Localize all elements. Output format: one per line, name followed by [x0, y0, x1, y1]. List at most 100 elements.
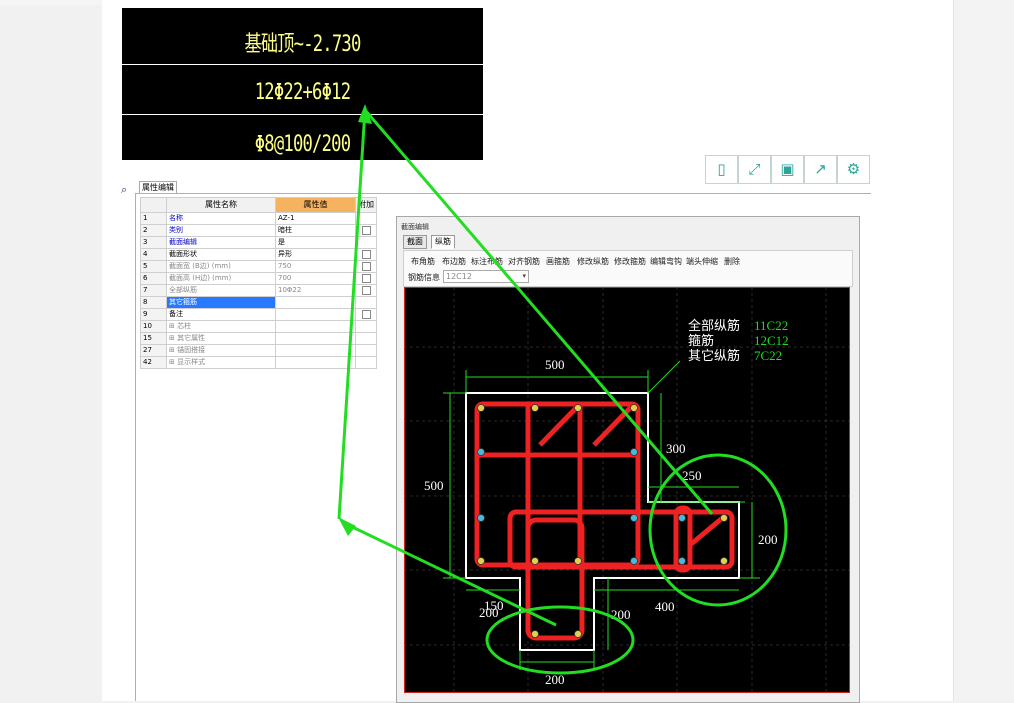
header-value: 属性值: [275, 197, 356, 213]
table-row[interactable]: 15 ⊞ 其它属性: [140, 332, 377, 345]
legend-value-other: 7C22: [754, 348, 782, 363]
row-value: [275, 344, 356, 357]
row-name: 芯柱: [177, 322, 192, 330]
row-number: 6: [140, 272, 167, 285]
save-icon[interactable]: ▣: [771, 155, 804, 184]
settings-icon[interactable]: ⚙: [837, 155, 870, 184]
row-extra: [355, 356, 377, 369]
editor-title: 截面编辑: [401, 223, 429, 231]
row-name: 截面宽 (B边) (mm): [166, 260, 276, 273]
row-number: 15: [140, 332, 167, 345]
table-row[interactable]: 2 类别 暗柱: [140, 224, 377, 237]
tab-line: [135, 193, 871, 194]
checkbox[interactable]: [361, 285, 371, 295]
row-extra: [355, 320, 377, 333]
divider: [122, 64, 483, 65]
row-extra: [355, 296, 377, 309]
table-row[interactable]: 6 截面高 (H边) (mm) 700: [140, 272, 377, 285]
tool-edit-stirrup[interactable]: 修改箍筋: [614, 256, 646, 267]
row-value[interactable]: 异形: [275, 248, 356, 261]
toolbar-icons: ▯ ⤢ ▣ ↗ ⚙: [705, 155, 870, 184]
tab-rebar[interactable]: 纵筋: [431, 235, 455, 249]
tablet-icon[interactable]: ▯: [705, 155, 738, 184]
dim-200b: 200: [611, 607, 631, 622]
checkbox[interactable]: [361, 273, 371, 283]
legend-value-stirrup: 12C12: [754, 333, 789, 348]
row-number: 1: [140, 212, 167, 225]
row-value[interactable]: 暗柱: [275, 224, 356, 237]
row-name: 全部纵筋: [166, 284, 276, 297]
tool-corner-rebar[interactable]: 布角筋: [411, 256, 435, 267]
rebar-info-label: 钢筋信息: [408, 273, 440, 282]
row-number: 9: [140, 308, 167, 321]
dim-right-w: 250: [682, 468, 702, 483]
header-name: 属性名称: [166, 197, 276, 213]
table-row[interactable]: 27 ⊞ 锚固搭接: [140, 344, 377, 357]
checkbox[interactable]: [361, 261, 371, 271]
table-row[interactable]: 3 截面编辑是: [140, 236, 377, 249]
expand-icon[interactable]: ⊞: [169, 346, 177, 354]
table-row[interactable]: 7 全部纵筋 10Φ22: [140, 284, 377, 297]
legend-label-all: 全部纵筋: [688, 318, 740, 333]
fullscreen-icon[interactable]: ⤢: [738, 155, 771, 184]
property-table: 属性名称 属性值 附加 1 名称 AZ-1 2 类别 暗柱 3 截面编辑是 4 截面形状 异形…: [140, 197, 377, 369]
row-value[interactable]: 750: [275, 260, 356, 273]
dim-400: 400: [655, 599, 675, 614]
tool-delete[interactable]: 删除: [724, 256, 740, 267]
row-number: 27: [140, 344, 167, 357]
row-name: 其它箍筋: [166, 296, 276, 309]
checkbox[interactable]: [361, 225, 371, 235]
table-row[interactable]: 1 名称 AZ-1: [140, 212, 377, 225]
row-value: [275, 320, 356, 333]
tool-label-rebar[interactable]: 标注布筋: [471, 256, 503, 267]
left-border: [135, 193, 136, 701]
checkbox[interactable]: [361, 309, 371, 319]
row-extra: [355, 212, 377, 225]
row-value[interactable]: 700: [275, 272, 356, 285]
dim-notch: 300: [666, 441, 686, 456]
expand-icon[interactable]: ⊞: [169, 322, 177, 330]
row-value[interactable]: 是: [275, 236, 356, 249]
table-row[interactable]: 4 截面形状 异形: [140, 248, 377, 261]
table-row[interactable]: 10 ⊞ 芯柱: [140, 320, 377, 333]
row-name: 截面高 (H边) (mm): [166, 272, 276, 285]
row-value: [275, 356, 356, 369]
rebar-info-value: 12C12: [446, 272, 472, 281]
checkbox[interactable]: [361, 249, 371, 259]
tab-section[interactable]: 截面: [403, 235, 427, 249]
row-name: 其它属性: [177, 334, 206, 342]
tool-edge-rebar[interactable]: 布边筋: [442, 256, 466, 267]
legend-label-other: 其它纵筋: [688, 348, 740, 363]
rebar-info-select[interactable]: 12C12 ▾: [443, 270, 529, 283]
row-name: 名称: [166, 212, 276, 225]
table-row[interactable]: 42 ⊞ 显示样式: [140, 356, 377, 369]
zoom-stirrup-text: Φ8@100/200: [254, 132, 351, 157]
row-value[interactable]: [275, 308, 356, 321]
row-extra: [355, 236, 377, 249]
tool-edit-long-rebar[interactable]: 修改纵筋: [577, 256, 609, 267]
search-icon[interactable]: ⌕: [121, 183, 127, 197]
row-value: [275, 332, 356, 345]
row-extra: [355, 332, 377, 345]
table-row[interactable]: 9 备注: [140, 308, 377, 321]
row-name: 备注: [166, 308, 276, 321]
tool-align-rebar[interactable]: 对齐钢筋: [508, 256, 540, 267]
dim-top: 500: [545, 357, 565, 372]
expand-icon[interactable]: ⊞: [169, 358, 177, 366]
tool-draw-stirrup[interactable]: 画箍筋: [546, 256, 570, 267]
tool-edit-hook[interactable]: 编辑弯钩: [650, 256, 682, 267]
share-icon[interactable]: ↗: [804, 155, 837, 184]
row-value[interactable]: 10Φ22: [275, 284, 356, 297]
expand-icon[interactable]: ⊞: [169, 334, 177, 342]
row-value[interactable]: AZ-1: [275, 212, 356, 225]
row-name: 截面编辑: [166, 236, 276, 249]
row-number: 2: [140, 224, 167, 237]
table-row-selected[interactable]: 8 其它箍筋: [140, 296, 377, 309]
zoom-rebar-text: 12Φ22+6Φ12: [254, 80, 351, 105]
section-drawing[interactable]: 500 500 300 250 200 200 150 200 400 200 …: [404, 287, 850, 693]
row-name: 显示样式: [177, 358, 206, 366]
row-value[interactable]: [275, 296, 356, 309]
dim-right-h: 200: [758, 532, 778, 547]
table-row[interactable]: 5 截面宽 (B边) (mm) 750: [140, 260, 377, 273]
tool-end-stretch[interactable]: 端头伸缩: [686, 256, 718, 267]
